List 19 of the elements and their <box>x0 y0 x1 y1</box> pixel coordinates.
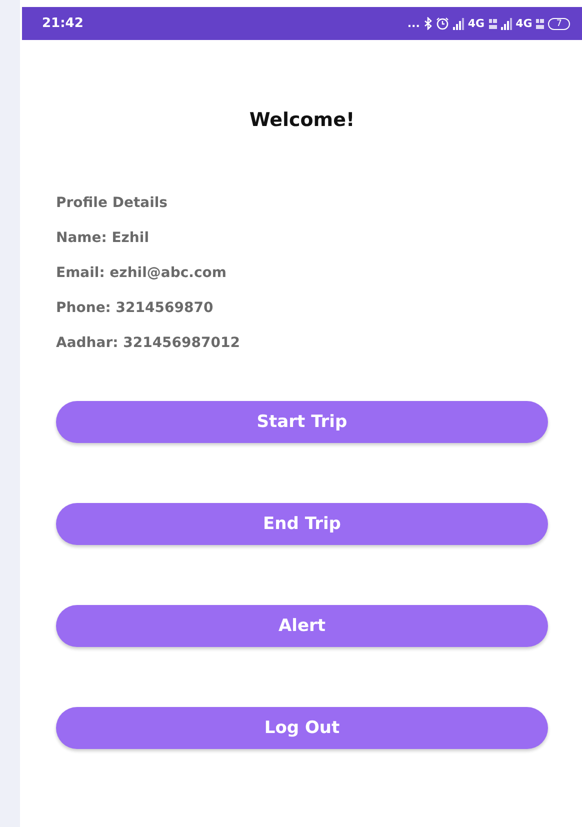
alarm-icon <box>436 17 449 30</box>
signal-icon <box>500 18 512 30</box>
action-button[interactable]: Start Trip <box>56 401 548 443</box>
profile-detail: Phone: 3214569870 <box>56 299 214 318</box>
profile-heading: Profile Details <box>56 194 169 213</box>
action-button[interactable]: Log Out <box>56 707 548 749</box>
status-time: 21:42 <box>42 16 84 31</box>
action-button[interactable]: End Trip <box>56 503 548 545</box>
action-button[interactable]: Alert <box>56 605 548 647</box>
welcome-title: Welcome! <box>248 108 356 133</box>
more-indicator: ... <box>407 17 420 30</box>
profile-detail: Email: ezhil@abc.com <box>56 264 228 283</box>
network-type: 4G <box>468 17 485 30</box>
network-type: 4G <box>516 17 532 30</box>
bluetooth-icon <box>424 17 432 30</box>
profile-detail: Name: Ezhil <box>56 229 150 248</box>
battery-indicator: 7 <box>548 18 570 30</box>
signal-icon <box>452 18 464 30</box>
profile-detail: Aadhar: 321456987012 <box>56 334 241 353</box>
